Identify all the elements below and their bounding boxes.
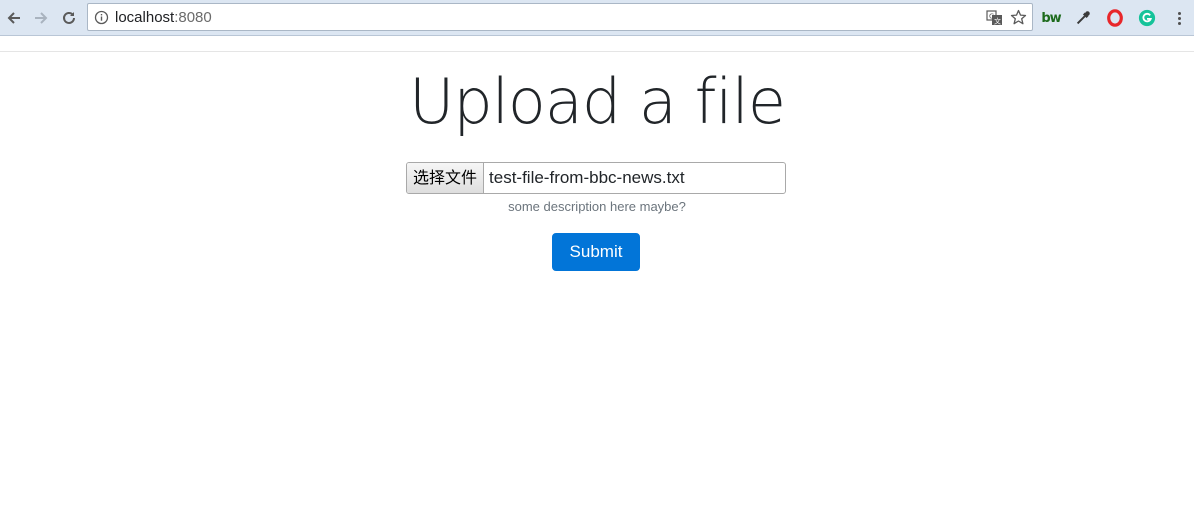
svg-text:文: 文 [994, 17, 1001, 26]
forward-arrow-icon [35, 12, 48, 24]
bw-extension-icon[interactable]: bw [1041, 8, 1061, 28]
star-icon[interactable] [1010, 9, 1027, 26]
url-host: localhost [115, 9, 175, 26]
help-text: some description here maybe? [508, 199, 686, 214]
forward-button[interactable] [29, 6, 53, 30]
back-button[interactable] [2, 6, 26, 30]
grammarly-icon[interactable] [1137, 8, 1157, 28]
reload-icon [63, 11, 75, 24]
eyedropper-icon[interactable] [1073, 8, 1093, 28]
choose-file-button[interactable]: 选择文件 [407, 163, 485, 193]
url-text[interactable]: localhost:8080 [115, 9, 212, 26]
translate-icon[interactable]: G 文 [986, 9, 1003, 26]
url-port: :8080 [174, 9, 212, 26]
address-bar[interactable]: localhost:8080 G 文 [87, 3, 1033, 31]
reload-button[interactable] [57, 6, 81, 30]
back-arrow-icon [7, 12, 20, 24]
browser-toolbar: localhost:8080 G 文 bw [0, 0, 1194, 36]
submit-button[interactable]: Submit [552, 233, 640, 271]
selected-file-name: test-file-from-bbc-news.txt [489, 168, 685, 187]
menu-dots-icon[interactable] [1172, 8, 1186, 28]
file-input[interactable]: 选择文件 test-file-from-bbc-news.txt [406, 162, 786, 194]
page-divider [0, 51, 1194, 52]
opera-icon[interactable] [1105, 8, 1125, 28]
info-icon[interactable] [94, 10, 109, 25]
page-title: Upload a file [408, 65, 786, 138]
